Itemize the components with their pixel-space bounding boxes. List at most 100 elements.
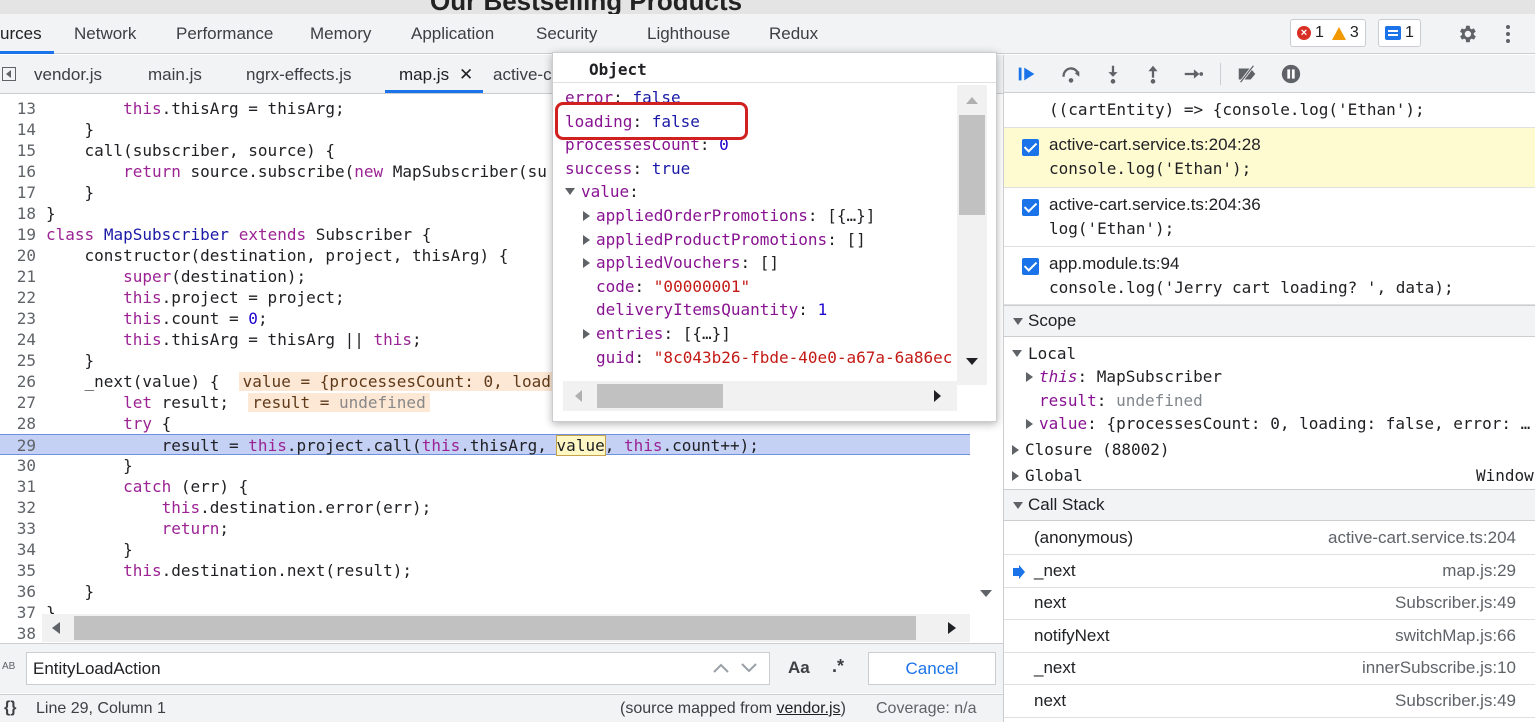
breakpoint-item[interactable]: app.module.ts:94 console.log('Jerry cart … — [1004, 247, 1535, 305]
pretty-print-button[interactable]: {} — [4, 699, 16, 717]
previous-match-icon[interactable] — [712, 661, 730, 675]
gear-icon[interactable] — [1456, 23, 1478, 45]
line-number[interactable]: 17 — [0, 182, 36, 203]
step-over-icon[interactable] — [1060, 63, 1082, 85]
popover-scroll-down-icon[interactable] — [965, 357, 979, 367]
tab-redux[interactable]: Redux — [769, 24, 818, 44]
line-number[interactable]: 33 — [0, 518, 36, 539]
replace-toggle-icon[interactable]: AB — [2, 661, 15, 672]
line-number[interactable]: 25 — [0, 350, 36, 371]
popover-property-appliedVouchers[interactable]: appliedVouchers: [] — [583, 252, 779, 274]
next-match-icon[interactable] — [740, 661, 758, 675]
line-number[interactable]: 18 — [0, 203, 36, 224]
line-number[interactable]: 15 — [0, 140, 36, 161]
call-stack-section-header[interactable]: Call Stack — [1004, 489, 1535, 521]
code-horizontal-scrollbar[interactable] — [42, 614, 970, 642]
issues-counter[interactable]: × 1 3 — [1290, 19, 1366, 47]
code-line[interactable]: 36 } — [0, 581, 970, 602]
call-frame[interactable]: next Subscriber.js:49 — [1004, 587, 1535, 621]
line-number[interactable]: 26 — [0, 371, 36, 392]
line-number[interactable]: 19 — [0, 224, 36, 245]
pause-on-exceptions-icon[interactable] — [1280, 63, 1302, 85]
line-number[interactable]: 21 — [0, 266, 36, 287]
popover-property-appliedOrderPromotions[interactable]: appliedOrderPromotions: [{…}] — [583, 205, 875, 227]
file-tab-ngrx-effects[interactable]: ngrx-effects.js — [246, 65, 352, 85]
tab-lighthouse[interactable]: Lighthouse — [647, 24, 730, 44]
step-into-icon[interactable] — [1102, 63, 1124, 85]
resume-icon[interactable] — [1016, 63, 1038, 85]
messages-counter[interactable]: 1 — [1378, 19, 1421, 47]
code-line[interactable]: 33 return; — [0, 518, 970, 539]
execution-line[interactable]: 29 result = this.project.call(this.thisA… — [0, 434, 970, 456]
breakpoint-checkbox[interactable] — [1022, 199, 1039, 216]
tab-security[interactable]: Security — [536, 24, 597, 44]
call-frame[interactable]: next Subscriber.js:49 — [1004, 685, 1535, 718]
line-number[interactable]: 22 — [0, 287, 36, 308]
popover-hscroll-thumb[interactable] — [597, 384, 723, 408]
file-tab-vendor[interactable]: vendor.js — [34, 65, 102, 85]
popover-scroll-right-icon[interactable] — [933, 389, 943, 403]
line-number[interactable]: 31 — [0, 476, 36, 497]
line-number[interactable]: 24 — [0, 329, 36, 350]
line-number[interactable]: 36 — [0, 581, 36, 602]
code-line[interactable]: 30 } — [0, 455, 970, 476]
breakpoint-checkbox[interactable] — [1022, 258, 1039, 275]
line-number[interactable]: 35 — [0, 560, 36, 581]
line-number[interactable]: 14 — [0, 119, 36, 140]
popover-property-value[interactable]: value: — [565, 181, 639, 203]
scope-section-header[interactable]: Scope — [1004, 305, 1535, 337]
breakpoint-checkbox[interactable] — [1022, 139, 1039, 156]
close-tab-icon[interactable]: ✕ — [459, 65, 473, 85]
code-line[interactable]: 31 catch (err) { — [0, 476, 970, 497]
toggle-navigator-icon[interactable] — [2, 67, 16, 81]
code-line[interactable]: 32 this.destination.error(err); — [0, 497, 970, 518]
tab-performance[interactable]: Performance — [176, 24, 273, 44]
file-tab-map[interactable]: map.js — [399, 65, 449, 85]
step-out-icon[interactable] — [1142, 63, 1164, 85]
scrollbar-thumb[interactable] — [74, 616, 916, 640]
source-mapped-link[interactable]: vendor.js — [777, 700, 841, 717]
scope-global[interactable]: Global — [1012, 465, 1083, 487]
popover-property-appliedProductPromotions[interactable]: appliedProductPromotions: [] — [583, 229, 866, 251]
popover-scroll-thumb[interactable] — [959, 115, 985, 215]
line-number[interactable]: 37 — [0, 602, 36, 623]
breakpoint-item[interactable]: active-cart.service.ts:204:36 log('Ethan'… — [1004, 188, 1535, 247]
scroll-right-icon[interactable] — [946, 621, 958, 635]
code-line[interactable]: 34 } — [0, 539, 970, 560]
line-number[interactable]: 13 — [0, 98, 36, 119]
tab-application[interactable]: Application — [411, 24, 494, 44]
cancel-button[interactable]: Cancel — [868, 652, 996, 685]
scope-local[interactable]: Local — [1012, 343, 1076, 365]
line-number[interactable]: 29 — [0, 435, 36, 456]
scope-this[interactable]: this: MapSubscriber — [1026, 366, 1222, 388]
code-line[interactable]: 35 this.destination.next(result); — [0, 560, 970, 581]
call-frame[interactable]: notifyNext switchMap.js:66 — [1004, 620, 1535, 653]
breakpoint-item[interactable]: active-cart.service.ts:204:28 console.log… — [1004, 128, 1535, 188]
tab-urces[interactable]: urces — [0, 24, 42, 44]
scroll-left-icon[interactable] — [50, 621, 62, 635]
popover-property-entries[interactable]: entries: [{…}] — [583, 323, 731, 345]
scope-value[interactable]: value: {processesCount: 0, loading: fals… — [1026, 413, 1530, 435]
call-frame[interactable]: _next innerSubscribe.js:10 — [1004, 652, 1535, 686]
more-options-icon[interactable] — [1500, 23, 1516, 45]
call-frame[interactable]: _next map.js:29 — [1004, 555, 1535, 588]
line-number[interactable]: 20 — [0, 245, 36, 266]
file-tab-active-cart[interactable]: active-c — [493, 65, 552, 85]
scope-closure[interactable]: Closure (88002) — [1012, 439, 1170, 461]
popover-vertical-scrollbar[interactable] — [957, 85, 987, 385]
scroll-down-icon[interactable] — [978, 587, 994, 599]
tab-network[interactable]: Network — [74, 24, 136, 44]
line-number[interactable]: 30 — [0, 455, 36, 476]
line-number[interactable]: 16 — [0, 161, 36, 182]
deactivate-breakpoints-icon[interactable] — [1236, 63, 1258, 85]
popover-horizontal-scrollbar[interactable] — [563, 381, 957, 411]
call-frame[interactable]: (anonymous) active-cart.service.ts:204 — [1004, 522, 1535, 555]
line-number[interactable]: 27 — [0, 392, 36, 413]
popover-scroll-up-icon[interactable] — [965, 95, 979, 105]
line-number[interactable]: 38 — [0, 623, 36, 643]
file-tab-main[interactable]: main.js — [148, 65, 202, 85]
tab-memory[interactable]: Memory — [310, 24, 371, 44]
search-input[interactable]: EntityLoadAction — [26, 652, 770, 685]
line-number[interactable]: 32 — [0, 497, 36, 518]
regex-button[interactable]: .* — [832, 656, 844, 677]
